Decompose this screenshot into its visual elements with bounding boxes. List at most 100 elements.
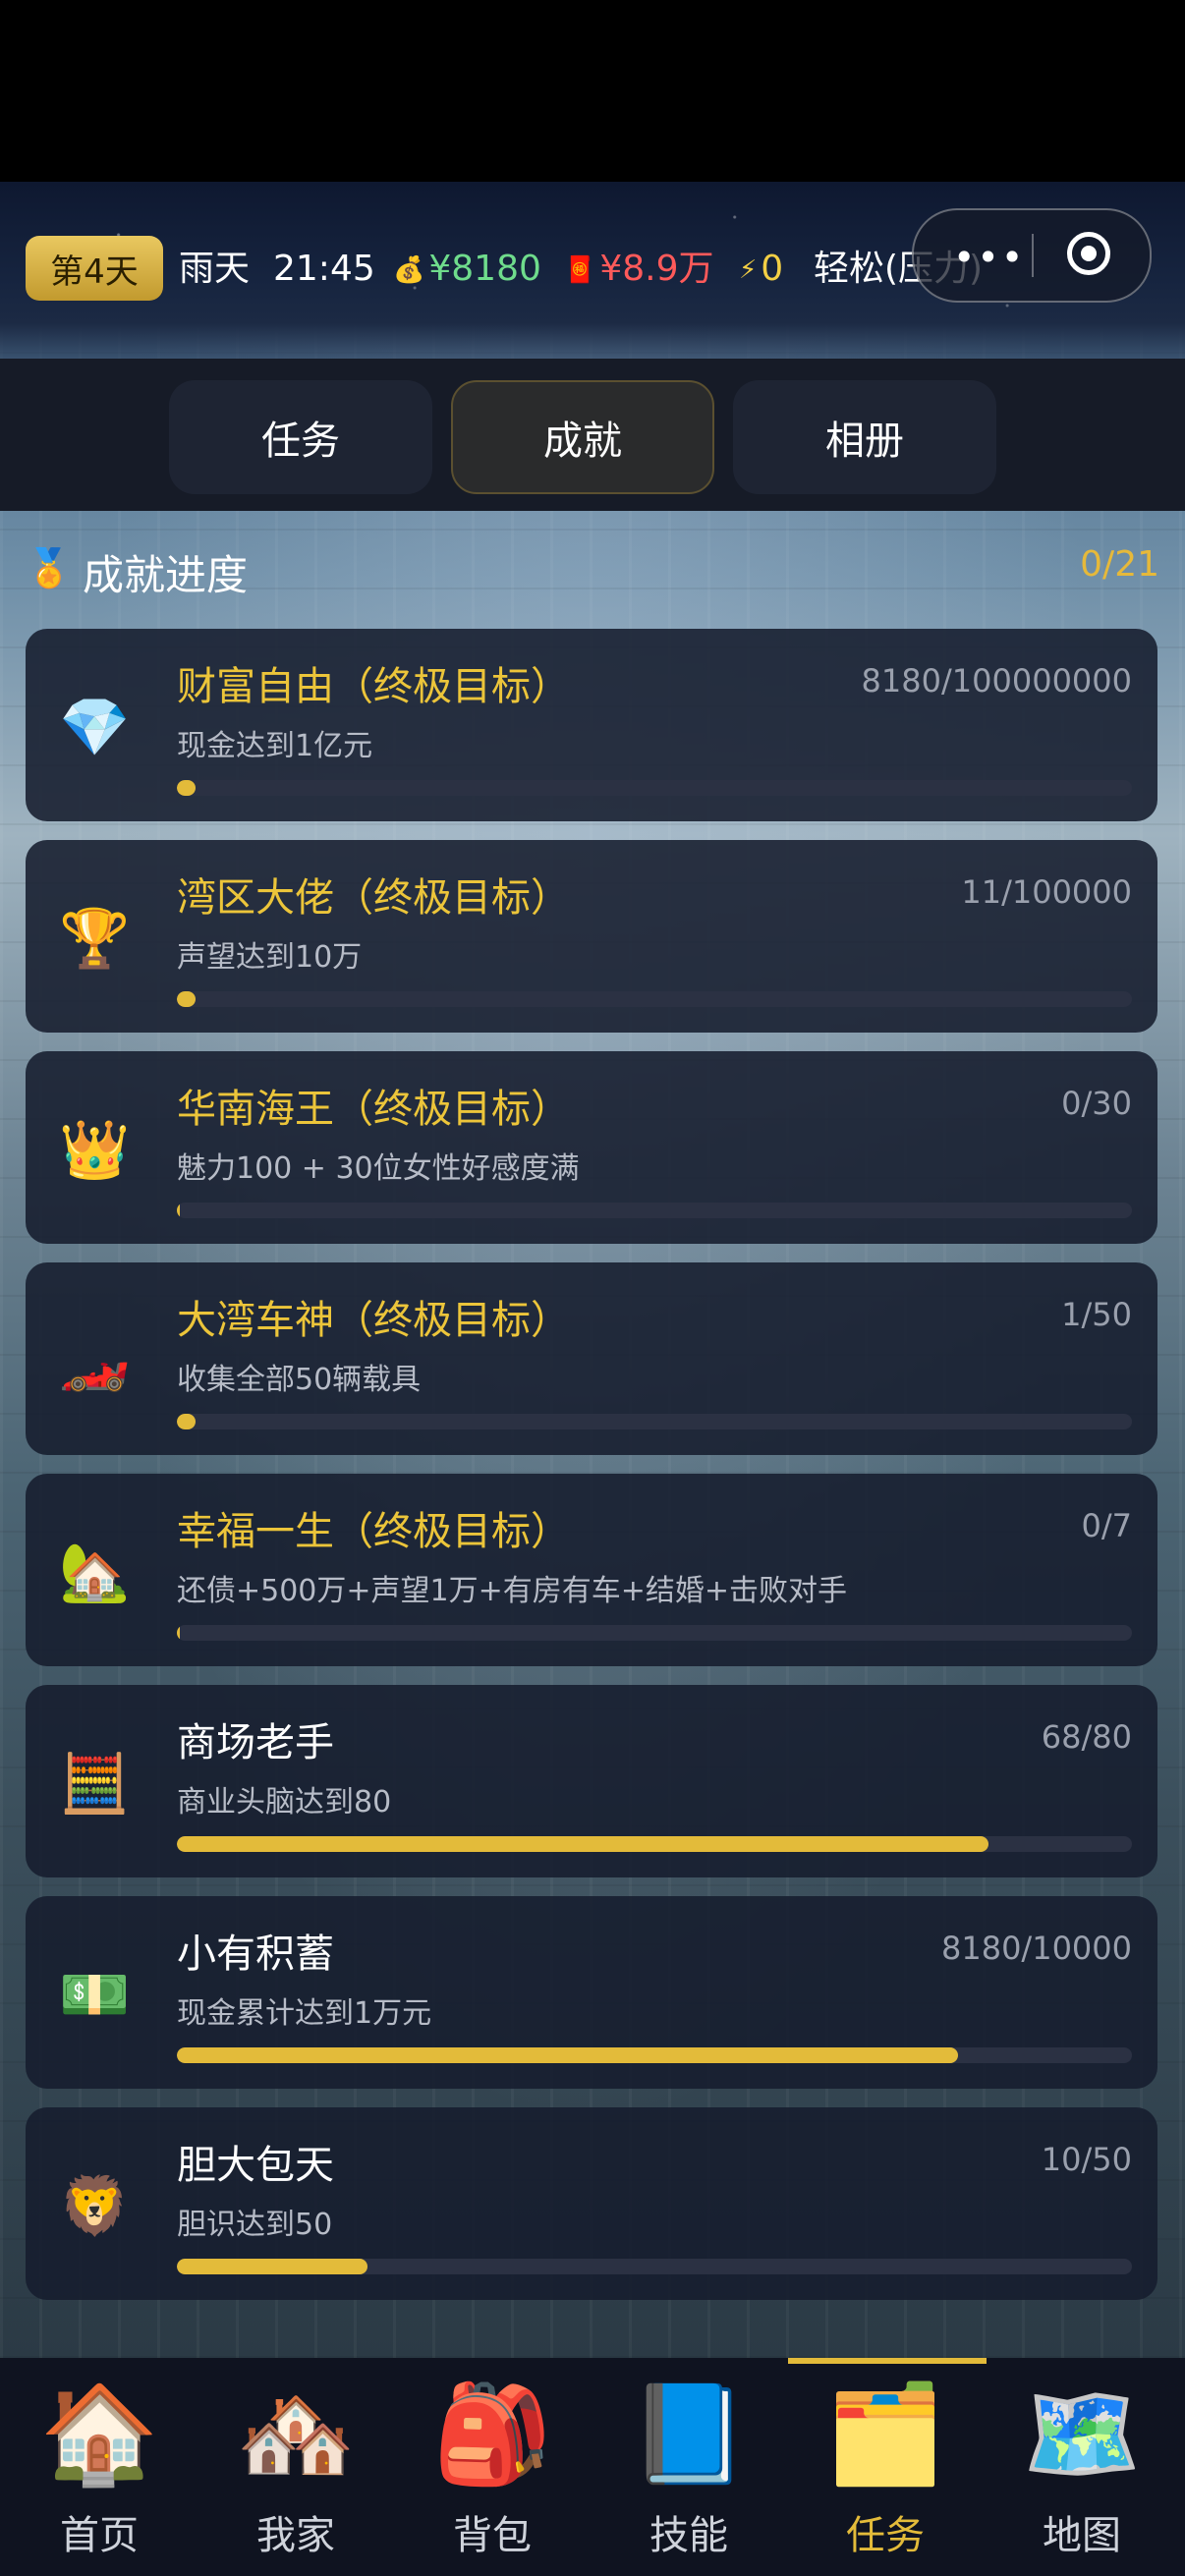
weather-text: 雨天 xyxy=(179,249,251,289)
nav-label: 地图 xyxy=(1043,2513,1121,2558)
cash-value: ¥8180 xyxy=(428,249,541,289)
progress-bar-fill xyxy=(177,1625,180,1641)
progress-bar-fill xyxy=(177,1414,197,1429)
achievement-name: 大湾车神（终极目标） xyxy=(177,1298,570,1343)
lightning-icon: ⚡ xyxy=(739,255,758,285)
map-icon: 🗺️ xyxy=(1021,2379,1143,2491)
diamond-icon: 💎 xyxy=(59,694,131,760)
achievement-description: 魅力100 + 30位女性好感度满 xyxy=(177,1151,580,1186)
progress-bar-fill xyxy=(177,1836,989,1852)
backpack-icon: 🎒 xyxy=(431,2379,553,2491)
achievement-card[interactable]: 🏆 湾区大佬（终极目标） 11/100000 声望达到10万 xyxy=(26,840,1157,1033)
achievement-count: 0/21 xyxy=(1080,544,1159,585)
race-car-icon: 🏎️ xyxy=(59,1327,131,1394)
achievement-progress-text: 10/50 xyxy=(1041,2141,1132,2178)
cash-stat: 💰 ¥8180 xyxy=(393,244,541,296)
energy-stat: ⚡ 0 xyxy=(739,244,783,296)
day-badge: 第4天 xyxy=(26,236,163,301)
achievement-progress-text: 68/80 xyxy=(1041,1718,1132,1756)
progress-bar xyxy=(177,1625,1132,1641)
tab-tasks[interactable]: 任务 xyxy=(169,380,432,494)
trophy-icon: 🏆 xyxy=(59,905,131,972)
achievement-card[interactable]: 🏡 幸福一生（终极目标） 0/7 还债+500万+声望1万+有房有车+结婚+击败对手 xyxy=(26,1474,1157,1666)
progress-bar xyxy=(177,2047,1132,2063)
nav-item-skill-book[interactable]: 📘 技能 xyxy=(591,2376,787,2572)
lion-icon: 🦁 xyxy=(59,2172,131,2239)
achievement-description: 胆识达到50 xyxy=(177,2208,333,2242)
achievement-card[interactable]: 💵 小有积蓄 8180/10000 现金累计达到1万元 xyxy=(26,1896,1157,2089)
achievement-name: 幸福一生（终极目标） xyxy=(177,1509,570,1554)
progress-bar-fill xyxy=(177,991,197,1007)
my-house-icon: 🏘️ xyxy=(235,2379,357,2491)
achievement-progress-text: 0/30 xyxy=(1061,1085,1132,1122)
achievement-progress-text: 8180/100000000 xyxy=(861,662,1132,700)
nav-item-task-photos[interactable]: 🗂️ 任务 xyxy=(787,2376,984,2572)
progress-bar xyxy=(177,1836,1132,1852)
time-text: 21:45 xyxy=(273,249,375,289)
nav-item-map[interactable]: 🗺️ 地图 xyxy=(984,2376,1180,2572)
progress-bar xyxy=(177,2259,1132,2274)
nav-label: 我家 xyxy=(256,2513,335,2558)
task-photos-icon: 🗂️ xyxy=(824,2379,946,2491)
progress-bar-fill xyxy=(177,2259,368,2274)
nav-label: 首页 xyxy=(60,2513,139,2558)
achievement-description: 还债+500万+声望1万+有房有车+结婚+击败对手 xyxy=(177,1574,848,1608)
achievement-description: 现金累计达到1万元 xyxy=(177,1996,432,2031)
achievement-name: 湾区大佬（终极目标） xyxy=(177,875,570,921)
crown-icon: 👑 xyxy=(59,1116,131,1183)
achievement-progress-header: 🏅 成就进度 0/21 xyxy=(26,538,1159,601)
section-title: 成就进度 xyxy=(83,551,249,599)
achievement-card[interactable]: 💎 财富自由（终极目标） 8180/100000000 现金达到1亿元 xyxy=(26,629,1157,821)
medal-icon: 🏅 xyxy=(26,546,73,589)
achievement-name: 财富自由（终极目标） xyxy=(177,664,570,709)
red-envelope-icon: 🧧 xyxy=(564,255,596,285)
achievement-description: 商业头脑达到80 xyxy=(177,1785,392,1820)
nav-item-home[interactable]: 🏠 首页 xyxy=(1,2376,198,2572)
nav-label: 任务 xyxy=(846,2513,925,2558)
nav-item-my-house[interactable]: 🏘️ 我家 xyxy=(198,2376,394,2572)
tab-achievements[interactable]: 成就 xyxy=(451,380,714,494)
capsule-divider xyxy=(1032,234,1034,277)
system-top-area xyxy=(0,0,1185,182)
nav-item-backpack[interactable]: 🎒 背包 xyxy=(394,2376,591,2572)
progress-bar xyxy=(177,1203,1132,1218)
achievement-progress-text: 8180/10000 xyxy=(940,1930,1132,1967)
achievement-name: 华南海王（终极目标） xyxy=(177,1087,570,1132)
debt-value: ¥8.9万 xyxy=(599,249,714,289)
achievement-card[interactable]: 🧮 商场老手 68/80 商业头脑达到80 xyxy=(26,1685,1157,1877)
more-icon[interactable]: ••• xyxy=(953,236,1025,279)
debt-stat: 🧧 ¥8.9万 xyxy=(564,244,714,296)
close-target-icon[interactable] xyxy=(1067,232,1110,275)
progress-bar-fill xyxy=(177,1203,180,1218)
achievement-card[interactable]: 👑 华南海王（终极目标） 0/30 魅力100 + 30位女性好感度满 xyxy=(26,1051,1157,1244)
bottom-navigation: 🏠 首页 🏘️ 我家 🎒 背包 📘 技能 🗂️ 任务 🗺️ 地图 xyxy=(0,2358,1185,2576)
nav-label: 背包 xyxy=(453,2513,532,2558)
active-tab-indicator xyxy=(788,2358,987,2364)
energy-value: 0 xyxy=(761,249,784,289)
cash-icon: 💵 xyxy=(59,1961,131,2028)
nav-label: 技能 xyxy=(649,2513,728,2558)
achievement-progress-text: 1/50 xyxy=(1061,1296,1132,1333)
miniprogram-capsule: ••• xyxy=(912,208,1152,303)
achievement-name: 胆大包天 xyxy=(177,2143,334,2188)
progress-bar-fill xyxy=(177,2047,959,2063)
skill-book-icon: 📘 xyxy=(628,2379,750,2491)
achievement-card[interactable]: 🏎️ 大湾车神（终极目标） 1/50 收集全部50辆载具 xyxy=(26,1262,1157,1455)
achievement-description: 收集全部50辆载具 xyxy=(177,1363,422,1397)
achievement-description: 声望达到10万 xyxy=(177,940,363,975)
abacus-icon: 🧮 xyxy=(59,1750,131,1817)
achievement-description: 现金达到1亿元 xyxy=(177,729,373,763)
progress-bar xyxy=(177,991,1132,1007)
money-bag-icon: 💰 xyxy=(393,255,425,285)
progress-bar-fill xyxy=(177,780,197,796)
tab-album[interactable]: 相册 xyxy=(733,380,996,494)
tab-bar: 任务 成就 相册 xyxy=(0,359,1185,511)
achievement-name: 小有积蓄 xyxy=(177,1932,334,1977)
progress-bar xyxy=(177,1414,1132,1429)
progress-bar xyxy=(177,780,1132,796)
achievement-progress-text: 11/100000 xyxy=(961,873,1132,911)
achievement-name: 商场老手 xyxy=(177,1720,334,1765)
achievement-card[interactable]: 🦁 胆大包天 10/50 胆识达到50 xyxy=(26,2107,1157,2300)
house-icon: 🏡 xyxy=(59,1539,131,1605)
achievement-progress-text: 0/7 xyxy=(1081,1507,1133,1544)
